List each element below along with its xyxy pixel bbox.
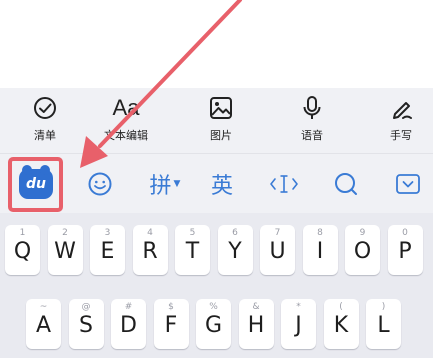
ime-function-bar: du 拼 ▼ 英	[0, 153, 433, 213]
key-letter: O	[353, 239, 372, 264]
key-hint: 0	[402, 228, 408, 238]
key-hint: 4	[147, 228, 153, 238]
key-hint: *	[296, 302, 301, 312]
voice-button[interactable]: 语音	[277, 94, 347, 143]
key-hint: )	[381, 302, 386, 312]
key-hint: 9	[359, 228, 366, 238]
collapse-keyboard-button[interactable]	[388, 154, 428, 214]
key-u[interactable]: 7U	[260, 225, 295, 275]
handwriting-icon	[393, 102, 412, 119]
qwerty-keyboard: 1Q2W3E4R5T6Y7U8I9O0P ~ A @ S # D $ F% G & H * J(K) L	[0, 213, 433, 358]
key-hint: (	[339, 302, 343, 312]
key-letter: H	[247, 313, 265, 338]
checklist-label: 清单	[34, 129, 56, 142]
checklist-button[interactable]: 清单	[10, 94, 80, 143]
key-g[interactable]: % G	[196, 299, 231, 349]
key-r[interactable]: 4R	[132, 225, 168, 275]
key-hint: &	[252, 302, 260, 312]
key-letter: U	[269, 239, 286, 264]
key-letter: K	[333, 313, 349, 338]
english-mode-button[interactable]: 英	[202, 154, 242, 214]
key-hint: #	[124, 302, 133, 312]
microphone-icon	[303, 96, 321, 119]
search-button[interactable]	[326, 154, 366, 214]
emoji-icon	[88, 172, 112, 196]
key-o[interactable]: 9O	[345, 225, 380, 275]
key-letter: Y	[228, 239, 242, 264]
handwriting-label: 手写	[390, 129, 412, 142]
key-i[interactable]: 8I	[302, 225, 338, 275]
text-edit-icon: Aa	[112, 95, 140, 120]
search-icon	[335, 173, 357, 195]
text-edit-button[interactable]: Aa 文本编辑	[91, 94, 161, 143]
key-letter: J	[295, 313, 302, 338]
key-hint: 7	[274, 228, 281, 238]
chevron-down-icon: ▼	[173, 179, 181, 189]
key-w[interactable]: 2W	[47, 225, 83, 275]
image-icon	[210, 97, 232, 119]
key-j[interactable]: * J	[281, 299, 316, 349]
handwriting-button[interactable]: 手写	[366, 94, 433, 143]
key-letter: P	[398, 239, 412, 264]
key-q[interactable]: 1Q	[5, 225, 40, 275]
cursor-move-icon	[270, 175, 298, 193]
logo-text: du	[26, 176, 46, 192]
voice-label: 语音	[301, 129, 323, 142]
key-letter: Q	[13, 239, 32, 264]
input-toolbar: 清单 Aa 文本编辑 图片 语音 手写	[0, 88, 433, 153]
key-hint: @	[81, 302, 91, 312]
key-hint: 2	[62, 228, 68, 238]
key-hint: ~	[39, 302, 48, 312]
key-hint: $	[168, 302, 174, 312]
image-button[interactable]: 图片	[186, 94, 256, 143]
key-k[interactable]: (K	[323, 299, 359, 349]
key-hint: 8	[317, 228, 323, 238]
key-hint: 3	[104, 228, 111, 238]
key-t[interactable]: 5T	[175, 225, 210, 275]
key-letter: I	[316, 239, 324, 264]
key-e[interactable]: 3E	[90, 225, 125, 275]
key-d[interactable]: # D	[111, 299, 146, 349]
key-hint: 1	[19, 228, 26, 238]
key-hint: %	[209, 302, 218, 312]
baidu-ime-logo-icon: du	[19, 165, 53, 199]
pinyin-mode-label: 拼	[149, 174, 172, 199]
cursor-move-button[interactable]	[262, 154, 306, 214]
key-letter: F	[164, 313, 178, 338]
key-hint: 6	[232, 228, 238, 238]
image-label: 图片	[210, 129, 232, 142]
pinyin-mode-button[interactable]: 拼 ▼	[140, 154, 190, 214]
key-h[interactable]: & H	[238, 299, 274, 349]
checklist-icon	[34, 97, 56, 119]
key-letter: A	[35, 313, 52, 338]
collapse-keyboard-icon	[396, 174, 420, 194]
key-letter: E	[100, 239, 115, 264]
key-f[interactable]: $ F	[153, 299, 189, 349]
ime-logo-button[interactable]: du	[10, 154, 62, 214]
key-l[interactable]: ) L	[366, 299, 401, 349]
key-y[interactable]: 6Y	[217, 225, 253, 275]
emoji-button[interactable]	[80, 154, 120, 214]
key-letter: D	[120, 313, 137, 338]
key-p[interactable]: 0P	[387, 225, 423, 275]
key-a[interactable]: ~ A	[26, 299, 61, 349]
key-letter: L	[377, 313, 390, 338]
key-letter: S	[79, 313, 93, 338]
english-mode-label: 英	[210, 174, 233, 199]
text-edit-label: 文本编辑	[104, 129, 148, 142]
key-hint: 5	[189, 228, 196, 238]
key-letter: G	[204, 313, 223, 338]
key-letter: T	[185, 239, 200, 264]
key-letter: R	[142, 239, 158, 264]
key-letter: W	[54, 239, 76, 264]
key-s[interactable]: @ S	[68, 299, 104, 349]
